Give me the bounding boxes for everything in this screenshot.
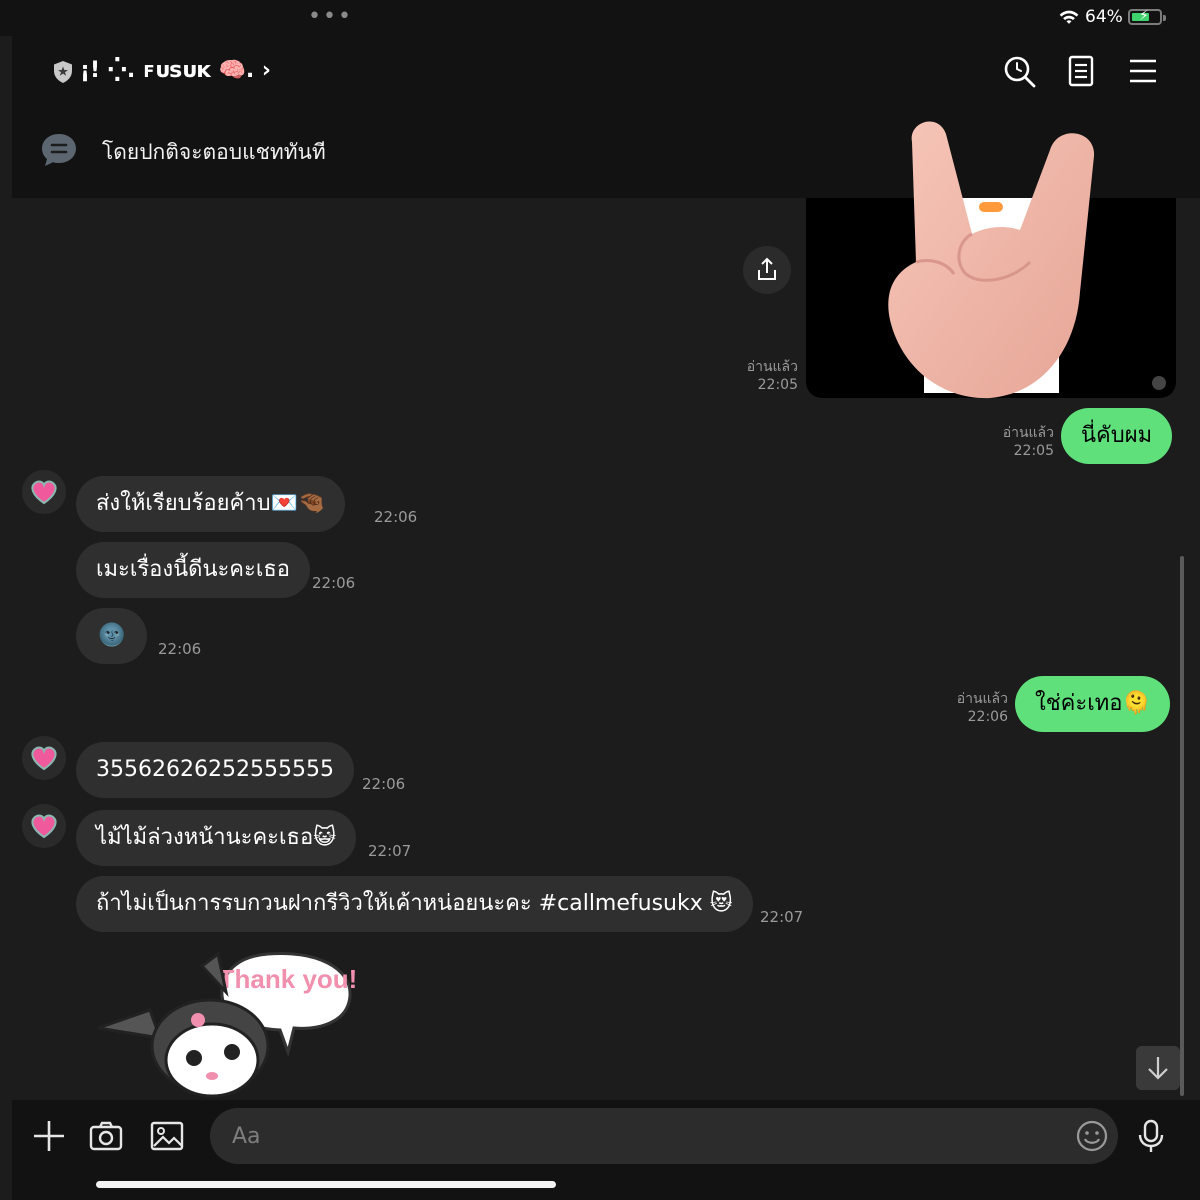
battery-icon: ⚡ (1128, 8, 1166, 25)
message-time: 22:06 (362, 775, 406, 793)
status-bar (0, 0, 1200, 36)
message-meta: อ่านแล้ว 22:05 (730, 358, 798, 394)
scroll-to-bottom-button[interactable] (1136, 1046, 1180, 1090)
chat-scrollbar[interactable] (1180, 556, 1184, 1096)
heart-avatar-icon (22, 804, 66, 848)
heart-avatar-icon (22, 470, 66, 514)
chat-title[interactable]: ¡! ⁛. ꜰᴜꜱᴜᴋ 🧠. › (80, 58, 271, 83)
sticker-caption: Thank you! (219, 964, 356, 994)
incoming-message[interactable]: เมะเรื่องนี้ดีนะคะเธอ (76, 542, 311, 598)
avatar[interactable] (22, 470, 66, 514)
charging-bolt-icon: ⚡ (1139, 8, 1149, 24)
outgoing-message[interactable]: นี่คับผม (1061, 408, 1173, 464)
chat-bubble-icon (42, 134, 76, 166)
incoming-message[interactable]: 35562626252555555 (76, 742, 354, 798)
emoji-icon[interactable] (1074, 1118, 1110, 1154)
message-time: 22:06 (967, 709, 1008, 725)
read-receipt: อ่านแล้ว (746, 359, 798, 375)
avatar[interactable] (22, 804, 66, 848)
add-icon[interactable] (31, 1118, 67, 1154)
wifi-icon (1059, 10, 1079, 24)
message-time: 22:06 (312, 574, 356, 592)
message-meta: อ่านแล้ว 22:06 (940, 690, 1008, 726)
message-time: 22:06 (158, 640, 202, 658)
auto-reply-notice: โดยปกติจะตอบแชททันที (102, 140, 326, 164)
outgoing-message[interactable]: ใช่ค่ะเทอ🫠 (1015, 676, 1170, 732)
message-time: 22:05 (757, 377, 798, 393)
incoming-emoji-message[interactable]: 🌚 (76, 608, 148, 664)
camera-icon[interactable] (88, 1118, 124, 1154)
thank-you-sticker[interactable]: Thank you! (94, 948, 356, 1100)
expand-icon[interactable] (1152, 376, 1166, 390)
microphone-icon[interactable] (1133, 1118, 1169, 1154)
incoming-message[interactable]: ไม้ไม้ล่วงหน้านะคะเธอ😺 (76, 810, 357, 866)
incoming-message[interactable]: ส่งให้เรียบร้อยค้าบ💌🤏🏾 (76, 476, 346, 532)
heart-avatar-icon (22, 736, 66, 780)
message-meta: อ่านแล้ว 22:05 (986, 424, 1054, 460)
message-input[interactable] (210, 1108, 1118, 1164)
search-icon[interactable] (1002, 54, 1036, 88)
share-button[interactable] (743, 246, 791, 294)
message-time: 22:07 (368, 842, 412, 860)
message-time: 22:06 (374, 508, 418, 526)
avatar[interactable] (22, 736, 66, 780)
gallery-icon[interactable] (149, 1118, 185, 1154)
home-indicator[interactable] (96, 1181, 556, 1188)
message-time: 22:05 (1013, 443, 1054, 459)
read-receipt: อ่านแล้ว (956, 691, 1008, 707)
battery-percentage: 64% (1085, 7, 1123, 27)
read-receipt: อ่านแล้ว (1002, 425, 1054, 441)
message-time: 22:07 (760, 908, 804, 926)
menu-icon[interactable] (1126, 54, 1160, 88)
notes-icon[interactable] (1064, 54, 1098, 88)
multitasking-dots[interactable]: ••• (308, 4, 353, 29)
rock-hand-sticker (888, 121, 1095, 399)
official-shield-icon (54, 61, 72, 83)
incoming-message[interactable]: ถ้าไม่เป็นการรบกวนฝากรีวิวให้เค้าหน่อยนะ… (76, 876, 753, 932)
